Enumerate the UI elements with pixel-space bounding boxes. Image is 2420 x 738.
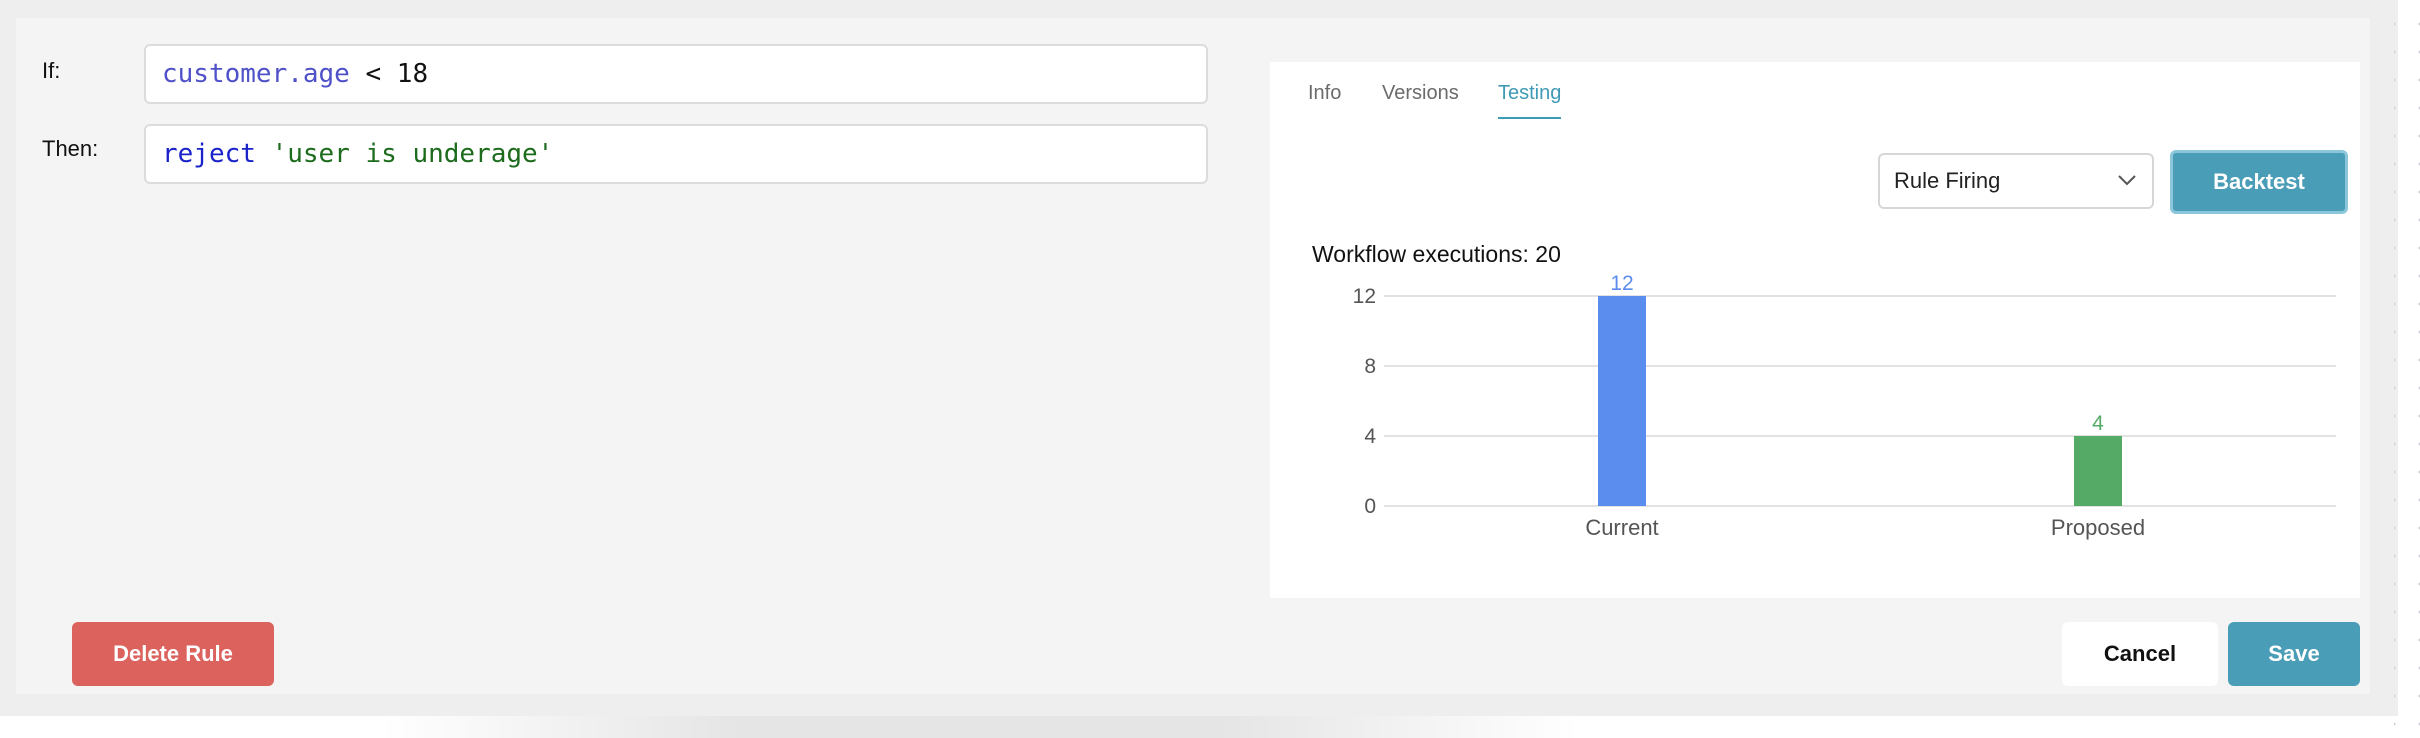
x-tick-label-proposed: Proposed xyxy=(2051,515,2145,540)
action-string-token: 'user is underage' xyxy=(255,139,554,169)
save-button[interactable]: Save xyxy=(2228,622,2360,686)
if-condition-editor[interactable]: customer.age < 18 xyxy=(144,44,1208,104)
action-keyword-token: reject xyxy=(162,139,256,169)
dotted-background-edge xyxy=(2394,0,2420,738)
rule-firing-chart: 0 4 8 12 12 Current 4 Proposed xyxy=(1353,272,2336,540)
x-tick-label-current: Current xyxy=(1585,515,1658,540)
bottom-shadow xyxy=(380,716,1580,738)
data-label-current: 12 xyxy=(1610,272,1633,295)
cancel-button[interactable]: Cancel xyxy=(2062,622,2218,686)
app-frame: If: customer.age < 18 Then: reject 'user… xyxy=(0,0,2398,716)
if-label: If: xyxy=(42,58,61,83)
delete-rule-button[interactable]: Delete Rule xyxy=(72,622,274,686)
rule-editor-panel: If: customer.age < 18 Then: reject 'user… xyxy=(16,18,2370,694)
y-tick-label-8: 8 xyxy=(1364,355,1376,378)
rule-details-card: Info Versions Testing Rule Firing Backte… xyxy=(1270,62,2360,598)
y-tick-label-12: 12 xyxy=(1353,285,1376,308)
bar-current xyxy=(1598,296,1646,506)
condition-operator-token: < 18 xyxy=(349,59,429,89)
data-label-proposed: 4 xyxy=(2092,412,2104,435)
y-tick-label-0: 0 xyxy=(1364,495,1376,518)
y-tick-label-4: 4 xyxy=(1364,425,1376,448)
condition-field-token: customer.age xyxy=(162,59,350,89)
then-action-editor[interactable]: reject 'user is underage' xyxy=(144,124,1208,184)
bar-proposed xyxy=(2074,436,2122,506)
then-label: Then: xyxy=(42,136,99,161)
